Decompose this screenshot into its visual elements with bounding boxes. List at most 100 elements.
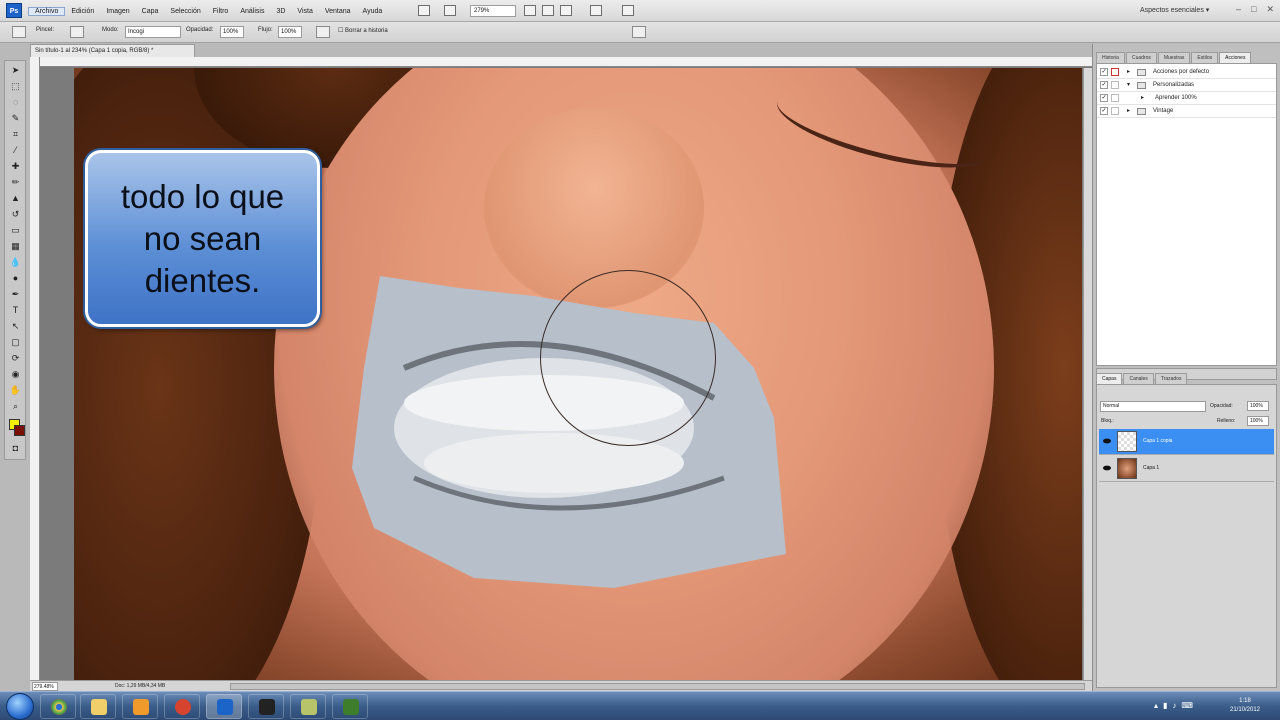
minimize-button[interactable]: – [1236, 4, 1241, 15]
dialog-toggle-icon[interactable] [1111, 68, 1119, 76]
hand-tool-icon[interactable]: ✋ [9, 385, 22, 396]
layer-row-capa-1[interactable]: Capa 1 [1099, 456, 1274, 482]
document-tab[interactable]: Sin título-1 al 234% (Capa 1 copia, RGB/… [30, 44, 195, 57]
photoshop-logo[interactable]: Ps [6, 3, 22, 18]
pen-tool-icon[interactable]: ✒ [9, 289, 22, 300]
menu-edicion[interactable]: Edición [65, 8, 100, 15]
move-tool-icon[interactable]: ➤ [9, 65, 22, 76]
background-color-swatch[interactable] [14, 425, 25, 436]
tab-cuadros[interactable]: Cuadros [1125, 52, 1157, 63]
blur-tool-icon[interactable]: 💧 [9, 257, 22, 268]
type-tool-icon[interactable]: T [9, 305, 22, 316]
document-status[interactable]: Doc: 1,29 MB/4,34 MB [115, 683, 165, 689]
path-select-tool-icon[interactable]: ↖ [9, 321, 22, 332]
brush-tool-icon[interactable]: ✏ [9, 177, 22, 188]
start-button[interactable] [6, 693, 34, 720]
mode-select[interactable]: Incogi [125, 26, 181, 38]
volume-icon[interactable]: ♪ [1172, 701, 1176, 710]
menu-ayuda[interactable]: Ayuda [357, 8, 389, 15]
fill-field[interactable]: 100% [1247, 416, 1269, 426]
action-set-row[interactable]: ✓ ▸ Acciones por defecto [1097, 66, 1276, 79]
brush-preset-picker[interactable] [70, 26, 84, 38]
system-clock[interactable]: 1:18 21/10/2012 [1220, 697, 1270, 715]
menu-filtro[interactable]: Filtro [207, 8, 235, 15]
flow-field[interactable]: 100% [278, 26, 302, 38]
taskbar-explorer[interactable] [80, 694, 116, 719]
vertical-scrollbar[interactable] [1083, 68, 1092, 682]
taskbar-app-4[interactable] [332, 694, 368, 719]
airbrush-icon[interactable] [316, 26, 330, 38]
taskbar-media-player[interactable] [122, 694, 158, 719]
close-button[interactable]: ✕ [1266, 4, 1274, 15]
opacity-field[interactable]: 100% [220, 26, 244, 38]
network-icon[interactable]: ▮ [1163, 701, 1167, 710]
action-set-row[interactable]: ✓ ▸ Vintage [1097, 105, 1276, 118]
history-checkbox-label[interactable]: ☐ Borrar a historia [338, 27, 388, 34]
tab-muestras[interactable]: Muestras [1157, 52, 1191, 63]
dodge-tool-icon[interactable]: ● [9, 273, 22, 284]
eye-icon[interactable] [1103, 465, 1111, 471]
dialog-toggle-icon[interactable] [1111, 94, 1119, 102]
layer-row-capa-1-copia[interactable]: Capa 1 copia [1099, 429, 1274, 455]
mini-bridge-icon[interactable] [444, 5, 456, 16]
menu-capa[interactable]: Capa [136, 8, 165, 15]
tab-acciones[interactable]: Acciones [1219, 52, 1252, 63]
quick-mask-icon[interactable]: ◘ [9, 443, 22, 454]
eyedropper-tool-icon[interactable]: ⁄ [9, 145, 22, 156]
menu-analisis[interactable]: Análisis [234, 8, 270, 15]
dialog-toggle-icon[interactable] [1111, 107, 1119, 115]
hand-tool-icon[interactable] [524, 5, 536, 16]
tab-capas[interactable]: Capas [1096, 373, 1123, 384]
check-icon[interactable]: ✓ [1100, 68, 1108, 76]
3d-camera-tool-icon[interactable]: ◉ [9, 369, 22, 380]
rotate-view-icon[interactable] [560, 5, 572, 16]
layer-opacity-field[interactable]: 100% [1247, 401, 1269, 411]
blend-mode-select[interactable]: Normal [1100, 401, 1206, 412]
3d-rotate-tool-icon[interactable]: ⟳ [9, 353, 22, 364]
check-icon[interactable]: ✓ [1100, 94, 1108, 102]
bridge-icon[interactable] [418, 5, 430, 16]
clone-stamp-tool-icon[interactable]: ▲ [9, 193, 22, 204]
action-row[interactable]: ✓ ▸ Aprender 100% [1097, 92, 1276, 105]
menu-archivo[interactable]: Archivo [28, 6, 66, 16]
menu-seleccion[interactable]: Selección [164, 8, 206, 15]
zoom-tool-icon[interactable]: ⌕ [9, 401, 22, 412]
taskbar-app[interactable] [164, 694, 200, 719]
check-icon[interactable]: ✓ [1100, 107, 1108, 115]
tab-historia[interactable]: Historia [1096, 52, 1125, 63]
maximize-button[interactable]: □ [1251, 4, 1256, 15]
horizontal-ruler[interactable] [30, 57, 1092, 67]
dialog-toggle-icon[interactable] [1111, 81, 1119, 89]
zoom-tool-icon[interactable] [542, 5, 554, 16]
taskbar-app-2[interactable] [248, 694, 284, 719]
history-brush-tool-icon[interactable]: ↺ [9, 209, 22, 220]
shape-tool-icon[interactable]: ▢ [9, 337, 22, 348]
taskbar-app-3[interactable] [290, 694, 326, 719]
crop-tool-icon[interactable]: ⌗ [9, 129, 22, 140]
vertical-ruler[interactable] [30, 57, 40, 682]
tab-trazados[interactable]: Trazados [1154, 373, 1188, 384]
gradient-tool-icon[interactable]: ▦ [9, 241, 22, 252]
taskbar-photoshop[interactable] [206, 694, 242, 719]
horizontal-scrollbar[interactable] [230, 683, 1085, 690]
menu-ventana[interactable]: Ventana [319, 8, 357, 15]
zoom-select[interactable]: 279% [470, 5, 516, 17]
lasso-tool-icon[interactable]: ◌ [9, 97, 22, 108]
check-icon[interactable]: ✓ [1100, 81, 1108, 89]
tablet-pressure-icon[interactable] [632, 26, 646, 38]
tab-canales[interactable]: Canales [1123, 373, 1154, 384]
eye-icon[interactable] [1103, 438, 1111, 444]
menu-imagen[interactable]: Imagen [100, 8, 135, 15]
tray-arrow-icon[interactable]: ▴ [1154, 701, 1158, 710]
eraser-tool-icon[interactable]: ▭ [9, 225, 22, 236]
healing-tool-icon[interactable]: ✚ [9, 161, 22, 172]
language-icon[interactable]: ⌨ [1181, 701, 1193, 710]
menu-vista[interactable]: Vista [291, 8, 318, 15]
quick-select-tool-icon[interactable]: ✎ [9, 113, 22, 124]
tab-estilos[interactable]: Estilos [1191, 52, 1219, 63]
marquee-tool-icon[interactable]: ⬚ [9, 81, 22, 92]
screen-mode-icon[interactable] [622, 5, 634, 16]
menu-3d[interactable]: 3D [270, 8, 291, 15]
history-brush-icon[interactable] [12, 26, 26, 38]
zoom-status-field[interactable]: 279.48% [32, 682, 58, 691]
